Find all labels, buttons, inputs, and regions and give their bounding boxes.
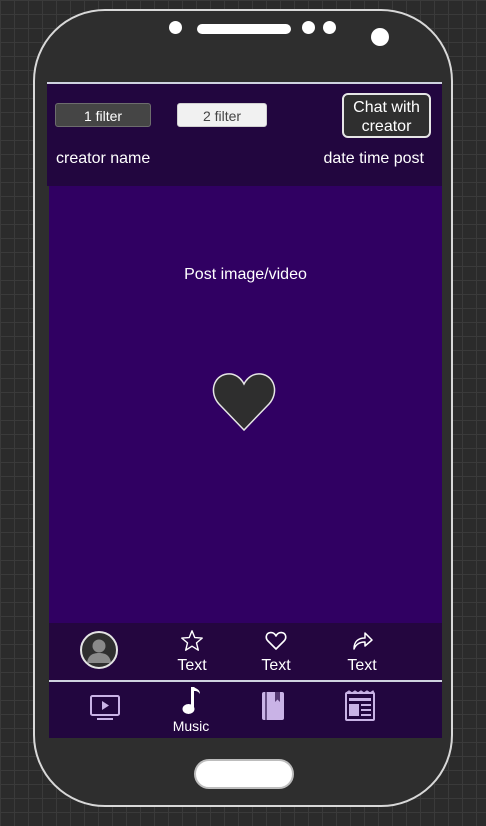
share-label: Text — [347, 657, 377, 674]
filter-2-button[interactable]: 2 filter — [177, 103, 267, 127]
share-icon — [353, 632, 373, 650]
sensor-dot-left — [302, 21, 315, 34]
home-button[interactable] — [194, 759, 294, 789]
video-icon — [90, 695, 120, 720]
sensor-dot-right — [323, 21, 336, 34]
newspaper-icon — [345, 690, 375, 721]
filter-1-button[interactable]: 1 filter — [55, 103, 151, 127]
post-header: 1 filter 2 filter Chat with creator crea… — [47, 84, 442, 186]
nav-music-label: Music — [172, 718, 210, 734]
earpiece-speaker — [197, 24, 291, 34]
post-date-time: date time post — [323, 150, 425, 167]
heart-icon[interactable] — [211, 371, 277, 433]
favorite-action[interactable]: Text — [164, 629, 220, 675]
like-action[interactable]: Text — [248, 629, 304, 675]
post-media-label: Post image/video — [184, 266, 307, 283]
heart-outline-icon — [265, 631, 287, 650]
user-icon — [87, 639, 111, 663]
chat-with-creator-button[interactable]: Chat with creator — [342, 93, 431, 138]
creator-avatar[interactable] — [80, 631, 118, 669]
bottom-nav: Music — [49, 682, 442, 738]
proximity-sensor — [371, 28, 389, 46]
book-icon — [262, 692, 284, 720]
post-action-bar: Text Text Text — [49, 623, 442, 682]
app-screen: 1 filter 2 filter Chat with creator crea… — [47, 82, 442, 738]
nav-video[interactable] — [80, 694, 130, 722]
music-note-icon — [182, 687, 200, 714]
post-media[interactable]: Post image/video — [49, 186, 442, 623]
nav-news[interactable] — [335, 690, 385, 722]
creator-name[interactable]: creator name — [56, 150, 150, 168]
front-camera-dot — [169, 21, 182, 34]
favorite-label: Text — [177, 657, 207, 674]
like-label: Text — [261, 657, 291, 674]
star-icon — [181, 630, 203, 651]
share-action[interactable]: Text — [334, 629, 390, 675]
nav-book[interactable] — [248, 690, 298, 722]
nav-music[interactable]: Music — [165, 685, 217, 734]
